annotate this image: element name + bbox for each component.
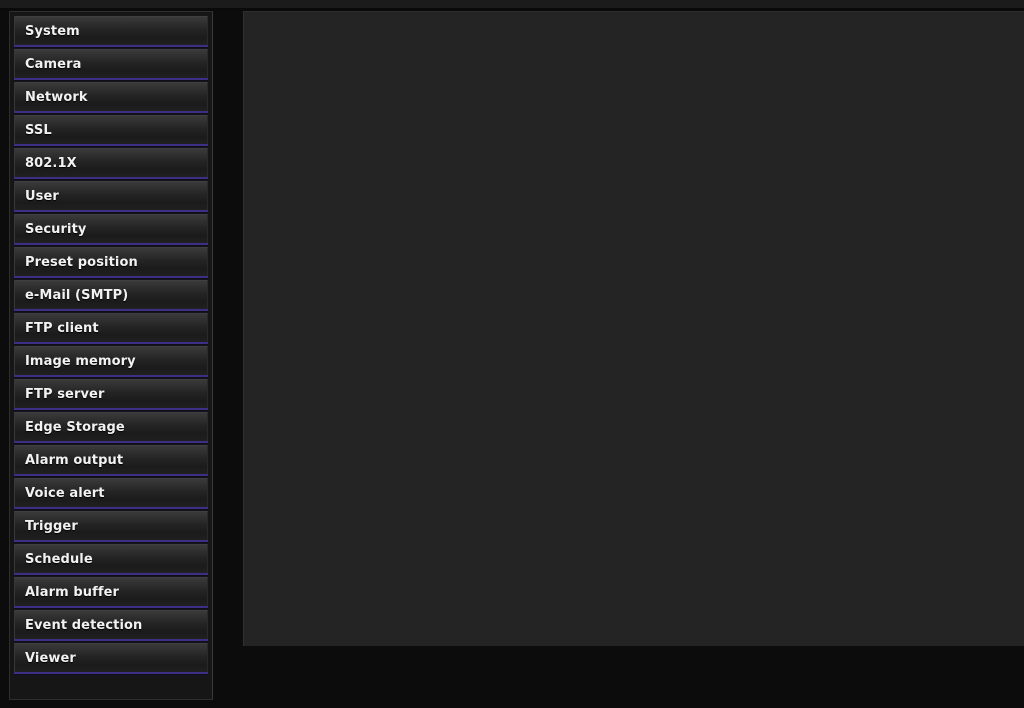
sidebar-item-label: Security [25,222,87,237]
sidebar-item-label: Camera [25,57,82,72]
sidebar-item-voice-alert[interactable]: Voice alert [14,478,208,507]
sidebar-item-label: Edge Storage [25,420,125,435]
sidebar-item-separator [14,672,208,676]
sidebar-item-label: Preset position [25,255,138,270]
app-root: System Camera Network SSL 802.1X User Security… [0,0,1024,708]
sidebar-item-alarm-output[interactable]: Alarm output [14,445,208,474]
sidebar-item-label: SSL [25,123,52,138]
sidebar-item-edge-storage[interactable]: Edge Storage [14,412,208,441]
sidebar-item-label: e-Mail (SMTP) [25,288,129,303]
sidebar-item-label: FTP server [25,387,105,402]
sidebar-item-security[interactable]: Security [14,214,208,243]
sidebar-item-label: Alarm output [25,453,124,468]
sidebar-item-ftp-server[interactable]: FTP server [14,379,208,408]
sidebar-item-e-mail-smtp[interactable]: e-Mail (SMTP) [14,280,208,309]
sidebar-item-label: Schedule [25,552,93,567]
sidebar-nav: System Camera Network SSL 802.1X User Security… [9,11,213,700]
sidebar-item-label: Viewer [25,651,76,666]
sidebar-item-label: FTP client [25,321,99,336]
sidebar-item-camera[interactable]: Camera [14,49,208,78]
sidebar-item-label: Network [25,90,88,105]
sidebar-item-user[interactable]: User [14,181,208,210]
sidebar-item-event-detection[interactable]: Event detection [14,610,208,639]
sidebar-item-label: Image memory [25,354,136,369]
sidebar-item-alarm-buffer[interactable]: Alarm buffer [14,577,208,606]
sidebar-menu-list: System Camera Network SSL 802.1X User Security… [14,16,208,676]
sidebar-item-label: Alarm buffer [25,585,120,600]
sidebar-item-ftp-client[interactable]: FTP client [14,313,208,342]
sidebar-item-label: User [25,189,59,204]
main-content-area [244,12,1024,646]
main-content-panel [243,11,1024,646]
sidebar-item-label: Trigger [25,519,78,534]
sidebar-item-label: System [25,24,80,39]
sidebar-item-trigger[interactable]: Trigger [14,511,208,540]
sidebar-item-preset-position[interactable]: Preset position [14,247,208,276]
sidebar-item-ssl[interactable]: SSL [14,115,208,144]
sidebar-item-label: 802.1X [25,156,77,171]
sidebar-item-network[interactable]: Network [14,82,208,111]
sidebar-item-label: Event detection [25,618,143,633]
top-strip [0,0,1024,8]
sidebar-item-system[interactable]: System [14,16,208,45]
sidebar-item-802-1x[interactable]: 802.1X [14,148,208,177]
sidebar-item-image-memory[interactable]: Image memory [14,346,208,375]
sidebar-item-label: Voice alert [25,486,105,501]
sidebar-item-viewer[interactable]: Viewer [14,643,208,672]
sidebar-item-schedule[interactable]: Schedule [14,544,208,573]
